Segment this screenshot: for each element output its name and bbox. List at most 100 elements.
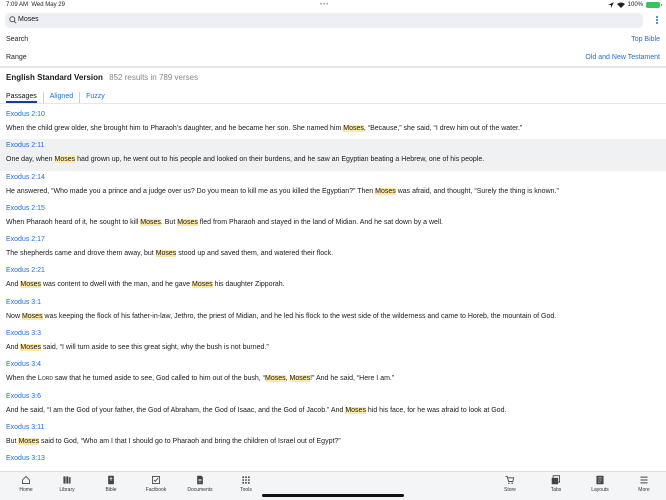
verse-reference-link[interactable]: Exodus 3:6 xyxy=(6,393,41,400)
range-row[interactable]: Range Old and New Testament xyxy=(6,51,660,65)
tools-icon xyxy=(242,476,250,484)
search-hit-highlight: Moses xyxy=(345,406,366,414)
tab-bar-home[interactable]: Home xyxy=(8,475,44,493)
verse-reference-link[interactable]: Exodus 3:3 xyxy=(6,330,41,337)
verse-text-segment: was keeping the flock of his father-in-l… xyxy=(42,312,557,320)
verse-text-segment: . But xyxy=(160,218,178,226)
search-scope-value[interactable]: Top Bible xyxy=(631,36,660,43)
tab-bar-label: Factbook xyxy=(145,487,167,493)
verse-text: Now Moses was keeping the flock of his f… xyxy=(6,312,557,320)
search-hit-highlight: Moses xyxy=(192,281,213,289)
search-hit-highlight: Moses xyxy=(375,187,396,195)
tab-bar-label: Library xyxy=(59,487,75,493)
tab-bar-tools[interactable]: Tools xyxy=(228,475,264,493)
verse-text-segment: saw that he turned aside to see, God cal… xyxy=(52,375,266,383)
verse-text-segment: , “Because,” she said, “I drew him out o… xyxy=(363,125,523,132)
search-scope-row[interactable]: Search Top Bible xyxy=(6,33,660,47)
tab-bar-bible[interactable]: Bible xyxy=(93,475,129,493)
search-hit-highlight: Moses xyxy=(140,218,161,226)
verse-text-segment: said, “I will turn aside to see this gre… xyxy=(41,344,269,352)
tab-bar-layouts[interactable]: Layouts xyxy=(582,475,618,493)
verse-text-segment: stood up and saved them, and watered the… xyxy=(176,250,334,258)
search-query[interactable]: Moses xyxy=(18,16,39,23)
verse-text-segment: When Pharaoh heard of it, he sought to k… xyxy=(6,218,141,226)
verse-reference-link[interactable]: Exodus 2:14 xyxy=(6,174,45,181)
verse-text-segment: !” And he said, “Here I am.” xyxy=(310,375,395,383)
search-hit-highlight: Moses xyxy=(18,437,40,445)
status-right: 100% xyxy=(607,2,662,8)
multitasking-dots[interactable]: ••• xyxy=(320,2,329,8)
verse-reference-link[interactable]: Exodus 2:11 xyxy=(6,142,44,149)
more-options-icon[interactable] xyxy=(653,15,661,27)
verse-text-segment: had grown up, he went out to his people … xyxy=(75,156,485,164)
range-label: Range xyxy=(6,54,27,61)
verse-text-segment: He answered, “Who made you a prince and … xyxy=(6,187,376,195)
verse-text-segment: The shepherds came and drove them away, … xyxy=(6,250,156,258)
search-hit-highlight: Moses xyxy=(155,250,177,258)
tab-bar-documents[interactable]: Documents xyxy=(182,475,218,493)
documents-icon xyxy=(197,475,203,485)
verse-reference-link[interactable]: Exodus 2:10 xyxy=(6,111,45,118)
verse-text-segment: Now xyxy=(6,312,22,320)
tab-bar-label: Tools xyxy=(240,487,252,493)
home-indicator[interactable] xyxy=(262,494,404,497)
result-row[interactable]: Exodus 2:10 When the child grew older, sh… xyxy=(0,108,666,139)
more-icon xyxy=(640,476,648,484)
layouts-icon xyxy=(596,475,604,485)
verse-reference-link[interactable]: Exodus 3:11 xyxy=(6,424,44,431)
store-icon xyxy=(505,476,515,484)
verse-reference-link[interactable]: Exodus 2:17 xyxy=(6,236,45,243)
verse-reference-link[interactable]: Exodus 2:21 xyxy=(6,267,45,274)
result-row[interactable]: Exodus 3:6 And he said, “I am the God of … xyxy=(0,390,666,421)
factbook-icon xyxy=(152,476,160,484)
tab-bar-label: Bible xyxy=(105,487,117,493)
result-row[interactable]: Exodus 2:15 When Pharaoh heard of it, he … xyxy=(0,202,666,233)
verse-reference-link[interactable]: Exodus 2:15 xyxy=(6,205,45,212)
tab-bar-tabs[interactable]: Tabs xyxy=(538,475,574,493)
battery-percent: 100% xyxy=(627,2,643,8)
search-hit-highlight: Moses xyxy=(177,218,198,226)
search-hit-highlight: Moses xyxy=(265,375,286,383)
tab-bar-label: Tabs xyxy=(550,487,562,493)
search-hit-highlight: Moses xyxy=(343,125,364,132)
result-row[interactable]: Exodus 3:11 But Moses said to God, “Who a… xyxy=(0,421,666,452)
verse-text: When the child grew older, she brought h… xyxy=(6,125,522,132)
verse-text-segment: And xyxy=(6,281,21,289)
tab-bar-library[interactable]: Library xyxy=(49,475,85,493)
result-row[interactable]: Exodus 3:4 When the Lord saw that he turn… xyxy=(0,358,666,389)
search-hit-highlight: Moses xyxy=(21,312,43,320)
tabs-divider xyxy=(0,103,666,104)
result-row[interactable]: Exodus 2:14 He answered, “Who made you a … xyxy=(0,171,666,202)
verse-text-segment: said to God, “Who am I that I should go … xyxy=(39,437,341,445)
verse-text: And Moses was content to dwell with the … xyxy=(6,281,285,289)
tab-bar-store[interactable]: Store xyxy=(492,475,528,493)
library-icon xyxy=(63,476,71,484)
verse-text-segment: was content to dwell with the man, and h… xyxy=(41,281,193,289)
result-row[interactable]: Exodus 2:11 One day, when Moses had grown… xyxy=(0,139,666,171)
tab-bar-more[interactable]: More xyxy=(626,475,662,493)
version-name: English Standard Version xyxy=(6,73,103,82)
range-value[interactable]: Old and New Testament xyxy=(585,54,660,61)
section-divider xyxy=(0,66,666,68)
verse-reference-link[interactable]: Exodus 3:4 xyxy=(6,361,41,368)
verse-text-segment: But xyxy=(6,437,19,445)
verse-text-segment: hid his face, for he was afraid to look … xyxy=(365,406,507,414)
verse-reference-link[interactable]: Exodus 3:13 xyxy=(6,455,45,462)
result-row[interactable]: Exodus 3:3 And Moses said, “I will turn a… xyxy=(0,327,666,358)
verse-text-segment: When the child grew older, she brought h… xyxy=(6,125,344,132)
verse-text: He answered, “Who made you a prince and … xyxy=(6,187,559,195)
verse-text-smallcaps: Lord xyxy=(37,375,53,383)
bible-icon xyxy=(108,475,114,485)
verse-text: And he said, “I am the God of your fathe… xyxy=(6,406,507,414)
tab-bar-factbook[interactable]: Factbook xyxy=(138,475,174,493)
result-row[interactable]: Exodus 2:21 And Moses was content to dwel… xyxy=(0,264,666,295)
verse-text-segment: When the xyxy=(6,375,38,383)
result-row[interactable]: Exodus 2:17 The shepherds came and drove … xyxy=(0,233,666,264)
verse-text: When Pharaoh heard of it, he sought to k… xyxy=(6,218,443,226)
results-list[interactable]: Exodus 2:10 When the child grew older, sh… xyxy=(0,108,666,484)
tab-bar-label: Home xyxy=(19,487,33,493)
search-scope-label: Search xyxy=(6,36,29,43)
search-input[interactable]: Moses xyxy=(5,13,643,28)
verse-reference-link[interactable]: Exodus 3:1 xyxy=(6,299,41,306)
result-row[interactable]: Exodus 3:1 Now Moses was keeping the floc… xyxy=(0,296,666,327)
